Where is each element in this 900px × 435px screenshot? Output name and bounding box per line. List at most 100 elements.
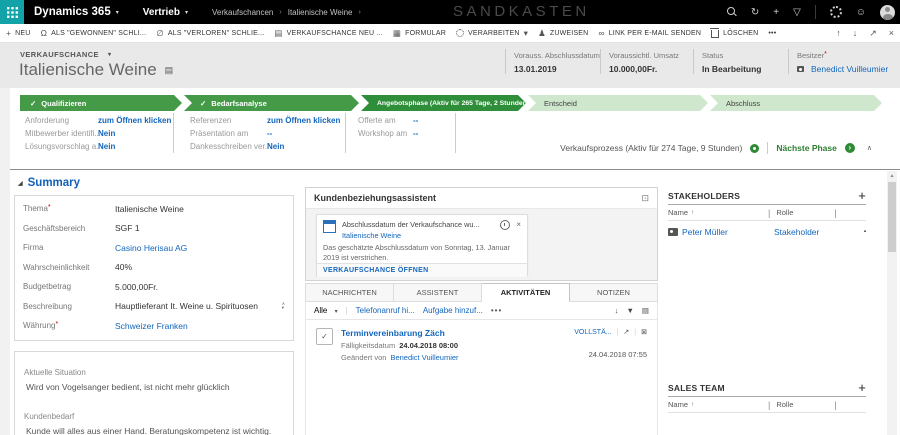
card-record-link[interactable]: Italienische Weine [342, 231, 480, 240]
next-phase-arrow-icon[interactable]: › [844, 143, 855, 153]
user-avatar[interactable] [880, 4, 895, 20]
stage-bedarfsanalyse[interactable]: ✓ Bedarfsanalyse [184, 95, 359, 111]
process-field-value[interactable]: Nein [98, 129, 115, 138]
open-record-icon[interactable]: ↗ [623, 328, 629, 336]
dismiss-card-icon[interactable]: × [516, 220, 521, 229]
field-beschreibung[interactable]: Beschreibung Hauptlieferant It. Weine u. … [23, 297, 285, 317]
summary-section-header[interactable]: ◢ Summary [18, 177, 80, 189]
entity-type-selector[interactable]: VERKAUFSCHANCE ▾ [20, 50, 111, 59]
mark-complete-button[interactable]: VOLLSTÄ... [574, 329, 611, 336]
situation-value[interactable]: Wird von Vogelsanger bedient, ist nicht … [24, 382, 284, 392]
module-switcher[interactable]: Vertrieb [143, 7, 180, 18]
close-as-won-button[interactable]: Ω ALS "GEWONNEN" SCHLI... [41, 29, 147, 38]
quick-create-icon[interactable]: + [773, 7, 779, 18]
process-field-value[interactable]: zum Öffnen klicken [98, 116, 171, 125]
feedback-icon[interactable]: ⊡ [641, 193, 649, 204]
tab-notizen[interactable]: NOTIZEN [570, 283, 658, 302]
owner-link[interactable]: Benedict Vuilleumier [811, 64, 888, 74]
open-opportunity-action[interactable]: VERKAUFSCHANCE ÖFFNEN [317, 262, 527, 277]
search-icon[interactable] [726, 7, 737, 17]
process-field-value[interactable]: -- [413, 129, 418, 138]
required-marker: * [55, 321, 59, 329]
currency-link[interactable]: Schweizer Franken [115, 321, 188, 331]
scroll-stepper[interactable]: ∧ ▾ [282, 301, 285, 311]
stakeholder-role-link[interactable]: Stakeholder [774, 227, 819, 237]
record-header: VERKAUFSCHANCE ▾ Italienische Weine ▤ Vo… [0, 43, 900, 88]
grid-view-icon[interactable]: ▤ [642, 306, 649, 315]
next-record-icon[interactable]: ↓ [853, 28, 858, 39]
process-field-value[interactable]: Nein [267, 142, 284, 151]
sales-team-title: SALES TEAM [668, 382, 725, 393]
vertical-scrollbar[interactable]: ▲ [887, 171, 897, 435]
new-button[interactable]: + NEU [6, 29, 31, 38]
more-activities-button[interactable]: ••• [491, 306, 502, 315]
need-label: Kundenbedarf [24, 412, 75, 421]
add-task-button[interactable]: Aufgabe hinzuf... [423, 306, 483, 315]
chevron-down-icon[interactable]: ▾ [185, 9, 188, 16]
field-thema[interactable]: Thema* Italienische Weine [23, 199, 285, 219]
stage-entscheid[interactable]: Entscheid [528, 95, 708, 111]
tab-assistent[interactable]: ASSISTENT [394, 283, 482, 302]
breadcrumb-item[interactable]: Italienische Weine [288, 8, 353, 17]
need-value[interactable]: Kunde will alles aus einer Hand. Beratun… [24, 426, 284, 435]
field-firma[interactable]: Firma Casino Herisau AG [23, 238, 285, 258]
close-activity-icon[interactable]: ⊠ [641, 328, 647, 336]
delete-button[interactable]: LÖSCHEN [710, 28, 758, 38]
account-link[interactable]: Casino Herisau AG [115, 243, 187, 253]
scroll-up-button[interactable]: ▲ [887, 171, 897, 181]
settings-gear-icon[interactable] [829, 6, 842, 18]
more-commands-button[interactable]: ••• [768, 30, 776, 37]
field-geschaeftsbereich[interactable]: Geschäftsbereich SGF 1 [23, 219, 285, 239]
add-phone-call-button[interactable]: Telefonanruf hi... [356, 306, 415, 315]
process-field-value[interactable]: -- [267, 129, 272, 138]
scrollbar-thumb[interactable] [888, 182, 896, 252]
recent-items-icon[interactable]: ↻ [751, 7, 759, 18]
breadcrumb-item[interactable]: Verkaufschancen [212, 8, 273, 17]
column-role[interactable]: Rolle [776, 208, 834, 217]
sort-icon[interactable]: ↓ [615, 306, 619, 315]
stakeholder-row[interactable]: Peter Müller Stakeholder ▪ [668, 221, 866, 243]
header-field: Vorauss. Abschlussdatum 13.01.2019 [505, 49, 600, 74]
stage-angebotsphase[interactable]: Angebotsphase (Aktiv für 265 Tage, 2 Stu… [361, 95, 526, 111]
process-field-value[interactable]: zum Öffnen klicken [267, 116, 340, 125]
chevron-down-icon[interactable]: ▾ [116, 9, 119, 16]
modified-by-link[interactable]: Benedict Vuilleumier [390, 353, 458, 362]
activity-row[interactable]: ✓ Terminvereinbarung Zäch Fälligkeitsdat… [316, 328, 647, 362]
process-field-value[interactable]: -- [413, 116, 418, 125]
column-role[interactable]: Rolle [776, 400, 834, 409]
filter-icon[interactable]: ▽ [793, 7, 801, 18]
activity-title-link[interactable]: Terminvereinbarung Zäch [341, 328, 566, 338]
recalculate-opportunity-button[interactable]: ▤ VERKAUFSCHANCE NEU ... [274, 29, 382, 38]
role-dropdown-icon[interactable]: ▪ [864, 229, 866, 235]
popout-icon[interactable]: ↗ [869, 28, 877, 39]
stakeholder-name-link[interactable]: Peter Müller [682, 227, 768, 237]
stage-abschluss[interactable]: Abschluss [710, 95, 882, 111]
stage-qualifizieren[interactable]: ✓ Qualifizieren [20, 95, 182, 111]
collapse-process-icon[interactable]: ∧ [867, 144, 872, 152]
field-budgetbetrag[interactable]: Budgetbetrag 5.000,00Fr. [23, 277, 285, 297]
app-launcher-button[interactable] [0, 0, 24, 24]
form-button[interactable]: ▦ FORMULAR [393, 29, 446, 38]
form-selector-icon[interactable]: ▤ [165, 65, 174, 76]
snooze-clock-icon[interactable] [500, 220, 511, 230]
assign-button[interactable]: ♟ ZUWEISEN [538, 29, 588, 38]
filter-funnel-icon[interactable]: ▼ [626, 306, 633, 315]
tab-nachrichten[interactable]: NACHRICHTEN [305, 283, 394, 302]
tab-aktivitaeten[interactable]: AKTIVITÄTEN [482, 283, 570, 302]
previous-record-icon[interactable]: ↑ [836, 28, 841, 39]
add-stakeholder-button[interactable]: + [858, 188, 866, 203]
close-icon[interactable]: × [889, 28, 894, 39]
close-as-lost-button[interactable]: ∅ ALS "VERLOREN" SCHLIE... [156, 29, 264, 38]
column-name[interactable]: Name [668, 208, 688, 217]
app-name[interactable]: Dynamics 365 [34, 6, 111, 18]
field-wahrscheinlichkeit[interactable]: Wahrscheinlichkeit 40% [23, 258, 285, 278]
process-button[interactable]: VERARBEITEN ▾ [455, 29, 528, 37]
process-field-value[interactable]: Nein [98, 142, 115, 151]
next-phase-button[interactable]: Nächste Phase [776, 143, 836, 153]
column-name[interactable]: Name [668, 400, 688, 409]
help-icon[interactable]: ☺ [856, 7, 866, 18]
activity-filter-dropdown[interactable]: Alle ▾ [314, 306, 338, 315]
email-link-button[interactable]: ∞ LINK PER E-MAIL SENDEN [598, 29, 701, 38]
add-sales-team-button[interactable]: + [858, 380, 866, 395]
field-waehrung[interactable]: Währung* Schweizer Franken [23, 316, 285, 336]
